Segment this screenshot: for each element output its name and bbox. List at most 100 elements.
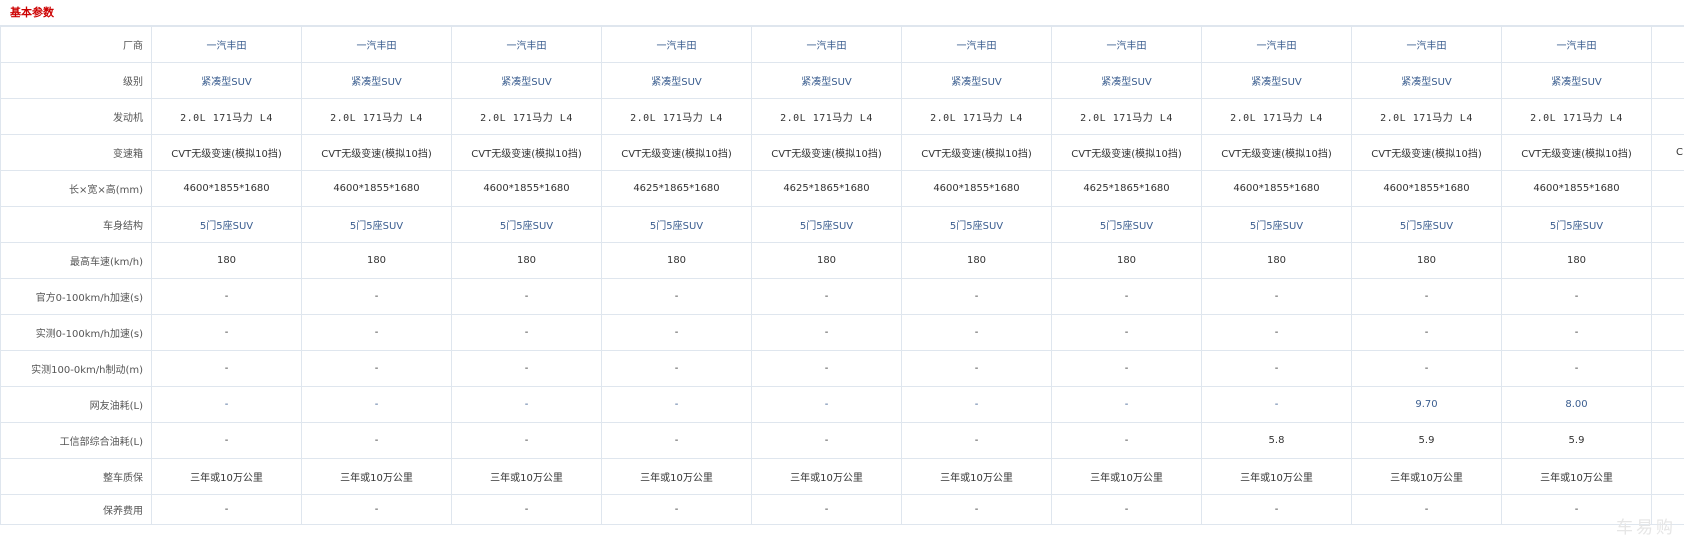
spec-cell: -	[1351, 278, 1502, 315]
spec-cell: -	[151, 314, 302, 351]
spec-cell: 三年或10万公里	[451, 458, 602, 495]
spec-cell: 紧凑型SUV	[601, 62, 752, 99]
spec-cell: 紧凑型SUV	[1351, 62, 1502, 99]
spec-row: 厂商 一汽丰田 一汽丰田 一汽丰田 一汽丰田 一汽丰田 一汽丰田 一汽丰田 一汽丰田 一汽丰田 一汽…	[0, 26, 1684, 63]
spec-cell: 紧凑型SUV	[1051, 62, 1202, 99]
spec-cell: -	[1201, 350, 1352, 387]
spec-cell: -	[1351, 494, 1502, 525]
spec-table: 厂商 一汽丰田 一汽丰田 一汽丰田 一汽丰田 一汽丰田 一汽丰田 一汽丰田 一汽丰田 一汽丰田 一汽…	[0, 26, 1684, 525]
watermark-logo: 车易购	[1616, 518, 1676, 538]
spec-cell: -	[751, 422, 902, 459]
spec-cell: 三年或10万公里	[751, 458, 902, 495]
spec-cell: CVT无级变速(模拟10挡)	[601, 134, 752, 171]
spec-row: 工信部综合油耗(L) - - - - - - -5.8 5.9 5.9	[0, 422, 1684, 459]
spec-cell: -	[1201, 494, 1352, 525]
spec-row: 实测100-0km/h制动(m) - - - - - - - - - -	[0, 350, 1684, 387]
spec-cell: 5门5座SUV	[301, 206, 452, 243]
row-label: 网友油耗(L)	[0, 386, 152, 423]
spec-cell: 180	[901, 242, 1052, 279]
spec-cell: -	[901, 314, 1052, 351]
row-label: 厂商	[0, 26, 152, 63]
spec-row: 最高车速(km/h) 180 180 180 180 180 180 180 180 180 180	[0, 242, 1684, 279]
row-label: 长×宽×高(mm)	[0, 170, 152, 207]
spec-cell: -	[901, 278, 1052, 315]
spec-cell: 4625*1865*1680	[1051, 170, 1202, 207]
spec-cell: -	[151, 422, 302, 459]
spec-cell: 4600*1855*1680	[1501, 170, 1652, 207]
spec-cell: -	[451, 386, 602, 423]
row-label: 车身结构	[0, 206, 152, 243]
spec-cell: 5门5座SUV	[1051, 206, 1202, 243]
spec-cell: -	[1051, 386, 1202, 423]
spec-cell: 紧凑型SUV	[301, 62, 452, 99]
spec-cell: -	[1501, 278, 1652, 315]
spec-cell: 5门5座SUV	[451, 206, 602, 243]
spec-cell: 三年或10万公里	[151, 458, 302, 495]
spec-cell: -	[1501, 314, 1652, 351]
spec-cell: 5.9	[1351, 422, 1502, 459]
spec-row: 车身结构 5门5座SUV 5门5座SUV 5门5座SUV 5门5座SUV 5门5座SUV 5…	[0, 206, 1684, 243]
spec-cell: -	[751, 494, 902, 525]
spec-cell: 一汽丰田	[1501, 26, 1652, 63]
spec-cell: -	[601, 278, 752, 315]
spec-cell: 180	[751, 242, 902, 279]
spec-cell-overflow	[1651, 278, 1684, 315]
spec-cell: 2.0L 171马力 L4	[301, 98, 452, 135]
spec-cell: CVT无级变速(模拟10挡)	[1201, 134, 1352, 171]
spec-cell: 4625*1865*1680	[601, 170, 752, 207]
spec-cell: 一汽丰田	[1051, 26, 1202, 63]
spec-cell: 三年或10万公里	[301, 458, 452, 495]
spec-cell: -	[301, 494, 452, 525]
spec-cell: CVT无级变速(模拟10挡)	[1051, 134, 1202, 171]
spec-cell: 180	[601, 242, 752, 279]
spec-cell: 一汽丰田	[451, 26, 602, 63]
spec-cell: -	[1051, 314, 1202, 351]
spec-cell: 5门5座SUV	[1201, 206, 1352, 243]
spec-cell: 2.0L 171马力 L4	[1351, 98, 1502, 135]
spec-cell: 紧凑型SUV	[451, 62, 602, 99]
spec-cell: -	[601, 386, 752, 423]
spec-cell: -	[301, 350, 452, 387]
row-label: 最高车速(km/h)	[0, 242, 152, 279]
spec-cell: 三年或10万公里	[601, 458, 752, 495]
spec-cell: 9.70	[1351, 386, 1502, 423]
spec-cell-overflow	[1651, 242, 1684, 279]
spec-cell: -	[601, 314, 752, 351]
spec-cell: 2.0L 171马力 L4	[1051, 98, 1202, 135]
row-label: 工信部综合油耗(L)	[0, 422, 152, 459]
spec-cell-overflow	[1651, 206, 1684, 243]
spec-cell: 紧凑型SUV	[751, 62, 902, 99]
spec-cell-overflow	[1651, 170, 1684, 207]
spec-cell: -	[1351, 350, 1502, 387]
spec-cell: 三年或10万公里	[1501, 458, 1652, 495]
spec-cell: -	[601, 422, 752, 459]
spec-table-body: 厂商 一汽丰田 一汽丰田 一汽丰田 一汽丰田 一汽丰田 一汽丰田 一汽丰田 一汽丰田 一汽丰田 一汽…	[0, 26, 1684, 525]
spec-cell: 紧凑型SUV	[901, 62, 1052, 99]
spec-cell: CVT无级变速(模拟10挡)	[151, 134, 302, 171]
spec-cell: 一汽丰田	[901, 26, 1052, 63]
spec-cell-overflow	[1651, 350, 1684, 387]
spec-cell: CVT无级变速(模拟10挡)	[751, 134, 902, 171]
row-label: 级别	[0, 62, 152, 99]
spec-cell: 4600*1855*1680	[901, 170, 1052, 207]
spec-cell: 2.0L 171马力 L4	[151, 98, 302, 135]
spec-cell: 180	[1201, 242, 1352, 279]
spec-cell: -	[751, 350, 902, 387]
spec-cell: 180	[1501, 242, 1652, 279]
spec-cell: -	[301, 314, 452, 351]
spec-cell: 4600*1855*1680	[301, 170, 452, 207]
spec-cell: 5门5座SUV	[901, 206, 1052, 243]
spec-cell: -	[151, 350, 302, 387]
spec-cell: 2.0L 171马力 L4	[751, 98, 902, 135]
spec-cell-overflow	[1651, 386, 1684, 423]
spec-cell: 2.0L 171马力 L4	[901, 98, 1052, 135]
spec-cell: 紧凑型SUV	[1501, 62, 1652, 99]
spec-row: 实测0-100km/h加速(s) - - - - - - - - - -	[0, 314, 1684, 351]
spec-cell: -	[301, 386, 452, 423]
spec-cell-overflow	[1651, 422, 1684, 459]
spec-cell: -	[601, 350, 752, 387]
spec-cell: 180	[301, 242, 452, 279]
spec-row: 变速箱 CVT无级变速(模拟10挡) CVT无级变速(模拟10挡) CVT无级变速(模…	[0, 134, 1684, 171]
spec-cell: -	[1501, 350, 1652, 387]
spec-cell: 一汽丰田	[301, 26, 452, 63]
